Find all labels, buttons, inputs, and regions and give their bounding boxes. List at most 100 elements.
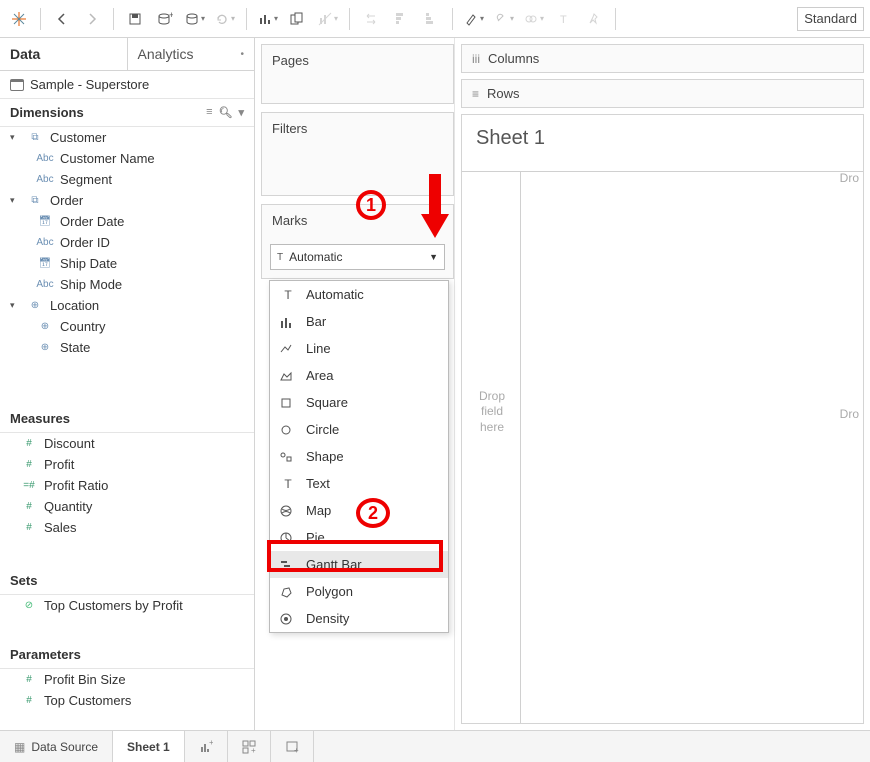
svg-text:+: + [209,740,213,747]
line-icon [280,343,296,355]
filters-card[interactable]: Filters [261,112,454,196]
field-ship-mode[interactable]: AbcShip Mode [0,274,254,295]
forward-button[interactable] [79,6,105,32]
tableau-logo-icon[interactable] [6,6,32,32]
mark-gantt-bar[interactable]: Gantt Bar [270,551,448,578]
mark-automatic[interactable]: TAutomatic [270,281,448,308]
field-ship-date[interactable]: 📅︎Ship Date [0,253,254,274]
duplicate-button[interactable] [285,6,311,32]
columns-shelf[interactable]: iiiColumns [461,44,864,73]
field-profit-ratio[interactable]: =#Profit Ratio [0,475,254,496]
rows-label: Rows [487,86,520,101]
new-story-tab[interactable]: + [271,731,314,762]
back-button[interactable] [49,6,75,32]
mark-shape[interactable]: Shape [270,443,448,470]
tab-sheet1[interactable]: Sheet 1 [113,731,185,762]
svg-text:+: + [169,12,173,20]
tab-data-source[interactable]: ▦Data Source [0,731,113,762]
dim-group-location[interactable]: ▾⊕Location [0,295,254,316]
new-dashboard-tab[interactable]: + [228,731,271,762]
shape-icon [280,451,296,463]
view-toggle-icon[interactable]: ≡ [206,106,212,119]
field-customer-name[interactable]: AbcCustomer Name [0,148,254,169]
refresh-button[interactable] [212,6,238,32]
swap-button[interactable] [358,6,384,32]
svg-text:+: + [294,746,299,754]
sort-desc-button[interactable] [418,6,444,32]
mark-line[interactable]: Line [270,335,448,362]
main-toolbar: + T Standard [0,0,870,38]
parameters-pane[interactable]: #Profit Bin Size #Top Customers [0,669,254,730]
save-button[interactable] [122,6,148,32]
sets-pane[interactable]: ⊘Top Customers by Profit [0,595,254,641]
tab-analytics[interactable]: Analytics• [127,38,255,70]
data-menu-button[interactable] [182,6,208,32]
mark-square[interactable]: Square [270,389,448,416]
field-state[interactable]: ⊕State [0,337,254,358]
set-top-customers[interactable]: ⊘Top Customers by Profit [0,595,254,616]
new-story-icon: + [285,740,299,754]
columns-icon: iii [472,52,480,66]
sheet-view[interactable]: Sheet 1 Dro Drop field here Dro [461,114,864,724]
param-profit-bin[interactable]: #Profit Bin Size [0,669,254,690]
search-icon[interactable]: 🔍︎ [219,106,233,119]
field-order-date[interactable]: 📅︎Order Date [0,211,254,232]
field-profit[interactable]: #Profit [0,454,254,475]
sets-title: Sets [10,573,37,588]
mark-polygon[interactable]: Polygon [270,578,448,605]
dimensions-pane[interactable]: ▾⧉Customer AbcCustomer Name AbcSegment ▾… [0,127,254,405]
drop-hint: Dro [840,407,859,421]
dim-group-customer[interactable]: ▾⧉Customer [0,127,254,148]
text-icon: T [280,288,296,302]
marks-card: Marks T Automatic ▼ [261,204,454,279]
rows-shelf[interactable]: ≡ Rows [461,79,864,108]
sheet-tabs-bar: ▦Data Source Sheet 1 + + + [0,730,870,762]
square-icon [280,397,296,409]
mark-density[interactable]: Density [270,605,448,632]
datasource-row[interactable]: Sample - Superstore [0,71,254,99]
mark-bar[interactable]: Bar [270,308,448,335]
svg-text:T: T [560,14,567,26]
field-quantity[interactable]: #Quantity [0,496,254,517]
zoom-select[interactable]: Standard [797,7,864,31]
mark-map[interactable]: Map [270,497,448,524]
field-country[interactable]: ⊕Country [0,316,254,337]
area-icon [280,370,296,382]
new-worksheet-tab[interactable]: + [185,731,228,762]
marks-title: Marks [262,205,453,236]
marks-type-menu: TAutomatic Bar Line Area Square Circle S… [269,280,449,633]
field-order-id[interactable]: AbcOrder ID [0,232,254,253]
attach-button[interactable] [491,6,517,32]
measures-header: Measures [0,405,254,433]
field-discount[interactable]: #Discount [0,433,254,454]
param-top-customers[interactable]: #Top Customers [0,690,254,711]
mark-text[interactable]: TText [270,470,448,497]
pin-button[interactable] [581,6,607,32]
clear-button[interactable] [315,6,341,32]
field-segment[interactable]: AbcSegment [0,169,254,190]
dimensions-menu-icon[interactable]: ▾ [238,106,244,119]
pages-card[interactable]: Pages [261,44,454,104]
rows-icon: ≡ [472,87,479,101]
highlight-button[interactable] [461,6,487,32]
sheet-title[interactable]: Sheet 1 [462,115,863,162]
mark-pie[interactable]: Pie [270,524,448,551]
mark-circle[interactable]: Circle [270,416,448,443]
group-button[interactable] [521,6,547,32]
database-icon [10,79,24,91]
field-sales[interactable]: #Sales [0,517,254,538]
analytics-menu-icon[interactable]: • [240,49,244,60]
dim-group-order[interactable]: ▾⧉Order [0,190,254,211]
mark-area[interactable]: Area [270,362,448,389]
dimensions-header: Dimensions ≡🔍︎▾ [0,99,254,127]
text-button[interactable]: T [551,6,577,32]
marks-type-select[interactable]: T Automatic ▼ [270,244,445,270]
new-worksheet-button[interactable] [255,6,281,32]
datasource-label: Sample - Superstore [30,77,149,92]
text-icon: T [280,477,296,491]
sort-asc-button[interactable] [388,6,414,32]
gantt-icon [280,559,296,571]
tab-data[interactable]: Data [0,38,127,70]
measures-pane[interactable]: #Discount #Profit =#Profit Ratio #Quanti… [0,433,254,567]
new-data-button[interactable]: + [152,6,178,32]
